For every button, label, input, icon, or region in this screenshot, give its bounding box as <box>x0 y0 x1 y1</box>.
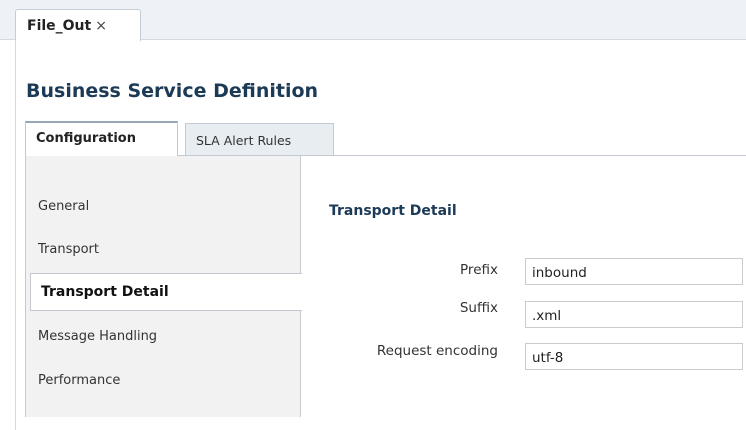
page-title: Business Service Definition <box>26 80 319 102</box>
editor-tab-file-out[interactable]: File_Out × <box>15 9 141 41</box>
prefix-input[interactable]: inbound <box>525 258 743 285</box>
section-title: Transport Detail <box>329 203 457 219</box>
request-encoding-input[interactable]: utf-8 <box>525 343 743 370</box>
suffix-input[interactable]: .xml <box>525 301 743 328</box>
request-encoding-label: Request encoding <box>376 343 498 359</box>
suffix-label: Suffix <box>459 300 498 316</box>
nav-item-message-handling[interactable]: Message Handling <box>26 318 301 356</box>
config-nav: General Transport Transport Detail Messa… <box>26 156 302 417</box>
nav-item-transport[interactable]: Transport <box>26 231 301 269</box>
editor-tab-label: File_Out <box>27 18 92 34</box>
prefix-label: Prefix <box>460 262 498 278</box>
nav-item-performance[interactable]: Performance <box>26 362 301 400</box>
tab-configuration[interactable]: Configuration <box>25 121 178 156</box>
close-icon[interactable]: × <box>95 18 107 34</box>
nav-item-transport-detail[interactable]: Transport Detail <box>30 273 302 311</box>
tab-sla-alert-rules[interactable]: SLA Alert Rules <box>185 123 334 156</box>
nav-item-general[interactable]: General <box>26 188 301 226</box>
